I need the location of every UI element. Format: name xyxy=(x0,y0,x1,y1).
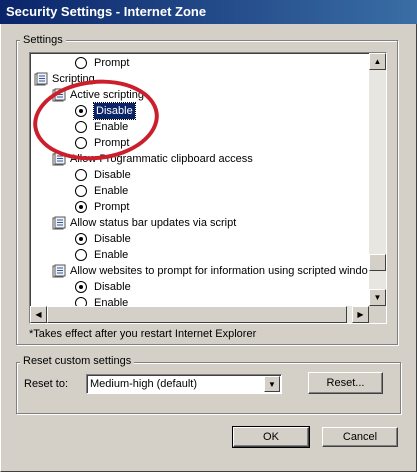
settings-page-icon xyxy=(52,216,66,230)
scroll-up-button[interactable]: ▲ xyxy=(369,53,386,70)
tree-row-label: Disable xyxy=(93,102,136,120)
horizontal-scroll-thumb[interactable] xyxy=(47,306,347,323)
tree-row-label: Enable xyxy=(94,121,129,133)
tree-row-label: Allow status bar updates via script xyxy=(70,217,237,229)
settings-tree[interactable]: Prompt Scripting Active scripting Disable En… xyxy=(29,52,387,324)
settings-tree-content: Prompt Scripting Active scripting Disable En… xyxy=(30,53,369,306)
settings-group-label: Settings xyxy=(20,34,66,47)
ok-button[interactable]: OK xyxy=(232,426,310,448)
scroll-left-button[interactable]: ◀ xyxy=(30,306,47,323)
tree-row-label: Disable xyxy=(94,233,131,245)
ok-button-label: OK xyxy=(263,431,279,443)
tree-row-label: Prompt xyxy=(94,201,130,213)
dropdown-button[interactable]: ▼ xyxy=(264,376,280,392)
settings-page-icon xyxy=(52,88,66,102)
tree-row-label: Prompt xyxy=(94,57,130,69)
settings-page-icon xyxy=(34,72,48,86)
radio-unchecked-icon[interactable] xyxy=(75,169,87,181)
arrow-down-icon: ▼ xyxy=(373,292,382,302)
tree-row-label: Active scripting xyxy=(70,89,144,101)
chevron-down-icon: ▼ xyxy=(268,379,276,389)
scroll-down-button[interactable]: ▼ xyxy=(369,289,386,306)
tree-row-label: Prompt xyxy=(94,137,130,149)
arrow-left-icon: ◀ xyxy=(35,309,42,319)
reset-button[interactable]: Reset... xyxy=(308,372,383,394)
radio-unchecked-icon[interactable] xyxy=(75,297,87,306)
radio-unchecked-icon[interactable] xyxy=(75,249,87,261)
radio-unchecked-icon[interactable] xyxy=(75,121,87,133)
vertical-scroll-thumb[interactable] xyxy=(369,254,386,271)
horizontal-scrollbar[interactable]: ◀ ▶ xyxy=(30,306,369,323)
radio-checked-icon[interactable] xyxy=(75,281,87,293)
tree-row-label: Enable xyxy=(94,185,129,197)
radio-checked-icon[interactable] xyxy=(75,233,87,245)
restart-note: *Takes effect after you restart Internet… xyxy=(29,328,257,340)
settings-page-icon xyxy=(52,152,66,166)
radio-checked-icon[interactable] xyxy=(75,105,87,117)
tree-row-label: Allow websites to prompt for information… xyxy=(70,265,368,277)
tree-row-label: Disable xyxy=(94,281,131,293)
scrollbar-corner xyxy=(369,306,386,323)
window-titlebar[interactable]: Security Settings - Internet Zone xyxy=(0,0,417,24)
reset-to-label: Reset to: xyxy=(24,378,69,390)
vertical-scrollbar[interactable]: ▲ ▼ xyxy=(369,53,386,306)
tree-row-label: Disable xyxy=(94,169,131,181)
settings-page-icon xyxy=(52,264,66,278)
cancel-button-label: Cancel xyxy=(342,431,378,443)
tree-row-label: Scripting xyxy=(52,73,95,85)
cancel-button[interactable]: Cancel xyxy=(322,427,398,447)
window-title: Security Settings - Internet Zone xyxy=(6,4,207,19)
reset-level-value: Medium-high (default) xyxy=(90,378,197,390)
tree-row-label: Enable xyxy=(94,297,129,306)
arrow-up-icon: ▲ xyxy=(373,56,382,66)
radio-unchecked-icon[interactable] xyxy=(75,185,87,197)
reset-button-label: Reset... xyxy=(326,377,365,389)
radio-unchecked-icon[interactable] xyxy=(75,137,87,149)
scroll-right-button[interactable]: ▶ xyxy=(352,306,369,323)
radio-unchecked-icon[interactable] xyxy=(75,57,87,69)
tree-row-label: Allow Programmatic clipboard access xyxy=(70,153,253,165)
reset-level-select[interactable]: Medium-high (default) ▼ xyxy=(86,374,282,394)
reset-group-label: Reset custom settings xyxy=(20,355,135,368)
arrow-right-icon: ▶ xyxy=(357,309,364,319)
tree-row-label: Enable xyxy=(94,249,129,261)
radio-checked-icon[interactable] xyxy=(75,201,87,213)
